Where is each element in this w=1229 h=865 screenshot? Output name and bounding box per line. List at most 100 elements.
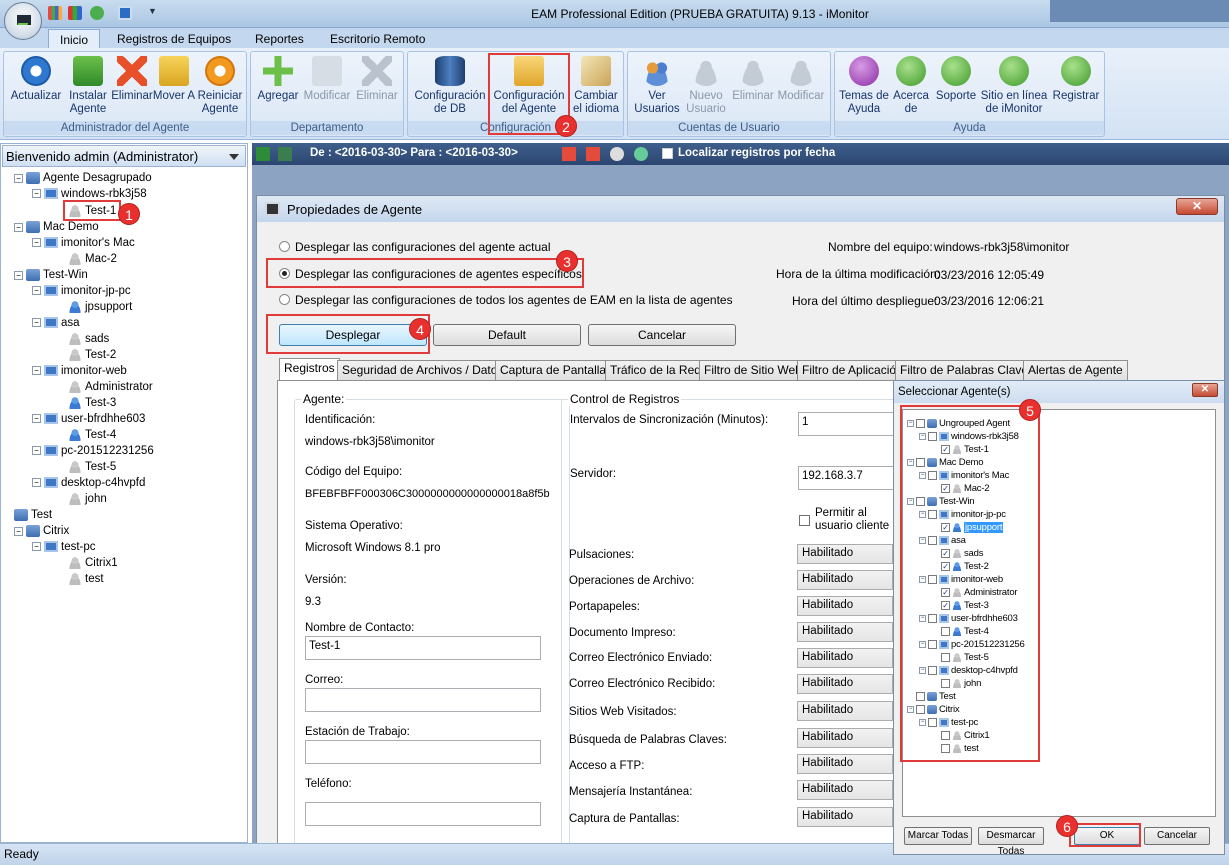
acerca-de-button[interactable]: Acerca de <box>889 56 933 115</box>
tree-user[interactable]: Administrator <box>68 381 153 393</box>
modificar-usuario-button[interactable]: Modificar <box>774 56 828 103</box>
server-field[interactable]: 192.168.3.7 <box>798 466 894 490</box>
tree-user[interactable]: Test-4 <box>68 429 116 441</box>
tab-reportes[interactable]: Reportes <box>255 31 304 47</box>
sync-interval-field[interactable]: 1 <box>798 412 894 436</box>
excel-icon[interactable] <box>256 147 270 161</box>
tab-registros[interactable]: Registros <box>279 358 340 380</box>
tree-computer[interactable]: − imonitor's Mac <box>32 237 135 249</box>
cancelar-select-button[interactable]: Cancelar <box>1144 827 1210 845</box>
log-item-select[interactable]: Habilitado <box>797 780 893 800</box>
select-dialog-title: Seleccionar Agente(s) ✕ <box>894 381 1224 403</box>
mover-a-button[interactable]: Mover A <box>152 56 196 103</box>
contact-name-field[interactable]: Test-1 <box>305 636 541 660</box>
tab-trafico[interactable]: Tráfico de la Red <box>605 360 706 380</box>
cancelar-button[interactable]: Cancelar <box>588 324 736 346</box>
tree-computer[interactable]: − imonitor-jp-pc <box>32 285 131 297</box>
export-icon[interactable] <box>278 147 292 161</box>
tree-user[interactable]: sads <box>68 333 109 345</box>
clock-icon[interactable] <box>610 147 624 161</box>
reiniciar-agente-button[interactable]: Reiniciar Agente <box>194 56 246 115</box>
tree-group[interactable]: − Agente Desagrupado <box>14 172 152 184</box>
dropdown-icon[interactable]: ▼ <box>148 6 157 20</box>
log-item-select[interactable]: Habilitado <box>797 570 893 590</box>
ver-usuarios-button[interactable]: Ver Usuarios <box>632 56 682 115</box>
allow-user-checkbox[interactable] <box>799 515 810 526</box>
tree-computer[interactable]: − windows-rbk3j58 <box>32 188 147 200</box>
log-item-select[interactable]: Habilitado <box>797 544 893 564</box>
locate-checkbox[interactable] <box>662 148 673 159</box>
log-item-select[interactable]: Habilitado <box>797 596 893 616</box>
welcome-dropdown[interactable]: Bienvenido admin (Administrator) <box>2 145 246 167</box>
tab-registros-equipos[interactable]: Registros de Equipos <box>117 31 231 47</box>
tree-user[interactable]: Test-2 <box>68 349 116 361</box>
bar-chart-icon[interactable] <box>68 6 82 20</box>
tree-group[interactable]: − Mac Demo <box>14 221 99 233</box>
soporte-button[interactable]: Soporte <box>931 56 981 103</box>
tree-group[interactable]: Test <box>14 509 52 521</box>
phone-field[interactable] <box>305 802 541 826</box>
search-icon[interactable] <box>634 147 648 161</box>
tree-computer[interactable]: − user-bfrdhhe603 <box>32 413 145 425</box>
default-button[interactable]: Default <box>433 324 581 346</box>
log-item-select[interactable]: Habilitado <box>797 701 893 721</box>
log-item-select[interactable]: Habilitado <box>797 622 893 642</box>
close-icon[interactable]: ✕ <box>1176 198 1218 215</box>
log-item-select[interactable]: Habilitado <box>797 728 893 748</box>
tree-user[interactable]: Test-3 <box>68 397 116 409</box>
eliminar-usuario-button[interactable]: Eliminar <box>730 56 776 103</box>
language-icon <box>581 56 611 86</box>
temas-ayuda-button[interactable]: Temas de Ayuda <box>837 56 891 115</box>
calendar-to-icon[interactable] <box>586 147 600 161</box>
registrar-button[interactable]: Registrar <box>1049 56 1103 103</box>
tree-group[interactable]: − Test-Win <box>14 269 88 281</box>
tab-filtro-sitio[interactable]: Filtro de Sitio Web <box>699 360 807 380</box>
tab-filtro-aplicacion[interactable]: Filtro de Aplicación <box>797 360 908 380</box>
tree-computer[interactable]: − imonitor-web <box>32 365 127 377</box>
monitor-icon[interactable] <box>118 6 132 20</box>
calendar-from-icon[interactable] <box>562 147 576 161</box>
app-menu-icon[interactable] <box>4 2 42 40</box>
tree-computer[interactable]: − pc-201512231256 <box>32 445 154 457</box>
tree-user[interactable]: Mac-2 <box>68 253 117 265</box>
tab-escritorio-remoto[interactable]: Escritorio Remoto <box>330 31 425 47</box>
tree-user[interactable]: Citrix1 <box>68 557 118 569</box>
configuracion-db-button[interactable]: Configuración de DB <box>412 56 488 115</box>
tab-filtro-palabras[interactable]: Filtro de Palabras Claves <box>895 360 1040 380</box>
log-item-select[interactable]: Habilitado <box>797 674 893 694</box>
tab-captura[interactable]: Captura de Pantallas <box>495 360 618 380</box>
radio-all-agents[interactable]: Desplegar las configuraciones de todos l… <box>279 293 733 307</box>
email-field[interactable] <box>305 688 541 712</box>
tab-seguridad[interactable]: Seguridad de Archivos / Datos <box>337 360 509 380</box>
marcar-todas-button[interactable]: Marcar Todas <box>904 827 972 845</box>
sitio-en-linea-button[interactable]: Sitio en línea de iMonitor <box>977 56 1051 115</box>
last-modified: 03/23/2016 12:05:49 <box>934 268 1045 282</box>
window-controls[interactable] <box>1050 0 1229 22</box>
cambiar-idioma-button[interactable]: Cambiar el idioma <box>570 56 622 115</box>
tree-group[interactable]: − Citrix <box>14 525 69 537</box>
tree-computer[interactable]: − asa <box>32 317 80 329</box>
eliminar-agente-button[interactable]: Eliminar <box>107 56 157 103</box>
globe-icon[interactable] <box>90 6 104 20</box>
chart-icon[interactable] <box>48 6 62 20</box>
tree-user[interactable]: john <box>68 493 107 505</box>
tree-user[interactable]: test <box>68 573 104 585</box>
tree-user[interactable]: Test-5 <box>68 461 116 473</box>
radio-current-agent[interactable]: Desplegar las configuraciones del agente… <box>279 240 551 254</box>
log-item-select[interactable]: Habilitado <box>797 648 893 668</box>
tab-alertas[interactable]: Alertas de Agente <box>1023 360 1128 380</box>
tree-computer[interactable]: − desktop-c4hvpfd <box>32 477 145 489</box>
desmarcar-todas-button[interactable]: Desmarcar Todas <box>978 827 1044 857</box>
modificar-departamento-button[interactable]: Modificar <box>301 56 353 103</box>
actualizar-button[interactable]: Actualizar <box>7 56 65 103</box>
close-icon[interactable]: ✕ <box>1192 383 1218 397</box>
agregar-button[interactable]: Agregar <box>255 56 301 103</box>
tree-user[interactable]: jpsupport <box>68 301 132 313</box>
nuevo-usuario-button[interactable]: Nuevo Usuario <box>682 56 730 115</box>
eliminar-departamento-button[interactable]: Eliminar <box>353 56 401 103</box>
log-item-select[interactable]: Habilitado <box>797 807 893 827</box>
log-item-select[interactable]: Habilitado <box>797 754 893 774</box>
tab-inicio[interactable]: Inicio <box>48 29 100 49</box>
workstation-field[interactable] <box>305 740 541 764</box>
tree-computer[interactable]: − test-pc <box>32 541 96 553</box>
